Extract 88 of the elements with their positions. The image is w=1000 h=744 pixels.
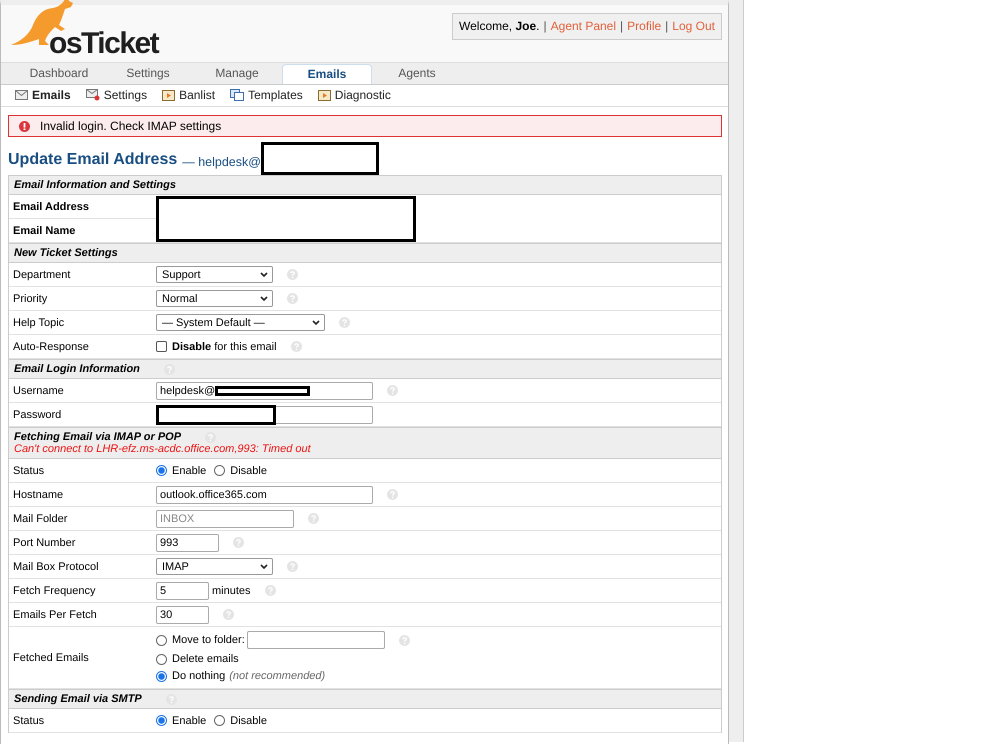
checkbox-label: Disable for this email	[172, 340, 277, 352]
nav-tab[interactable]: Emails	[282, 64, 372, 84]
help-icon[interactable]	[205, 432, 216, 442]
subnav-link[interactable]: Templates	[230, 88, 303, 102]
field-label: Mail Box Protocol	[9, 555, 156, 579]
text-field[interactable]: 5	[156, 582, 209, 600]
caret-icon	[260, 272, 268, 277]
help-icon[interactable]	[398, 635, 410, 646]
subnav-link[interactable]: Diagnostic	[318, 88, 391, 102]
field-label: Username	[9, 379, 156, 403]
help-icon[interactable]	[387, 385, 398, 396]
nav-tab[interactable]: Dashboard	[15, 63, 103, 84]
nav-tab[interactable]: Manage	[193, 63, 281, 84]
text-field[interactable]: 993	[156, 534, 219, 552]
subnav-link[interactable]: Banlist	[162, 88, 216, 102]
radio-label: Move to folder:	[172, 634, 245, 646]
caret-icon	[260, 564, 268, 569]
help-icon[interactable]	[287, 269, 298, 280]
help-icon[interactable]	[166, 694, 177, 704]
separator: |	[665, 19, 668, 34]
logo-wordmark: osTicket	[49, 27, 158, 61]
text-field[interactable]: outlook.office365.com	[156, 486, 373, 504]
dropdown[interactable]: IMAP	[156, 558, 273, 575]
radio-label: Enable	[172, 714, 206, 726]
help-icon[interactable]	[290, 341, 302, 352]
field-label: Port Number	[9, 531, 156, 555]
dropdown[interactable]: — System Default —	[156, 314, 325, 331]
section-title: Email Login Information	[14, 363, 140, 375]
page-title: Update Email Address	[8, 151, 178, 169]
radio-label: Disable	[230, 714, 267, 726]
text-field[interactable]	[246, 631, 385, 649]
radio-label: Delete emails	[172, 653, 239, 665]
option-note: (not recommended)	[229, 670, 326, 682]
text-field[interactable]: 30	[156, 606, 209, 624]
section-title: Email Information and Settings	[14, 179, 176, 191]
field-label: Status	[9, 709, 156, 733]
radio-button[interactable]	[156, 654, 167, 664]
help-icon[interactable]	[223, 609, 234, 620]
template-icon	[230, 89, 244, 101]
help-icon[interactable]	[287, 561, 298, 572]
radio-button[interactable]	[156, 715, 167, 726]
caret-icon	[312, 320, 320, 325]
unit-label: minutes	[212, 584, 251, 596]
radio-button[interactable]	[156, 634, 167, 646]
help-icon[interactable]	[308, 513, 319, 524]
error-icon	[19, 120, 30, 132]
dropdown[interactable]: Normal	[156, 290, 273, 307]
field-label: Department	[9, 263, 156, 287]
field-label: Hostname	[9, 483, 156, 507]
welcome-text: Welcome, Joe.	[459, 19, 540, 34]
subnav-link[interactable]: Emails	[15, 88, 71, 102]
separator: |	[620, 19, 624, 34]
text-field[interactable]: helpdesk@	[156, 382, 373, 400]
dropdown[interactable]: Support	[156, 266, 273, 283]
connection-error: Can't connect to LHR-efz.ms-acdc.office.com,993: Timed out	[14, 443, 312, 455]
field-label: Mail Folder	[9, 507, 156, 531]
section-title: New Ticket Settings	[14, 247, 118, 259]
radio-button[interactable]	[156, 670, 167, 682]
help-icon[interactable]	[387, 489, 398, 500]
help-icon[interactable]	[287, 293, 298, 304]
radio-button[interactable]	[214, 715, 226, 726]
caret-icon	[260, 296, 268, 301]
nav-tab[interactable]: Agents	[373, 63, 461, 84]
radio-label: Enable	[172, 464, 206, 476]
subnav-link[interactable]: Settings	[86, 88, 148, 102]
help-icon[interactable]	[233, 537, 244, 548]
nav-tab[interactable]: Settings	[104, 63, 192, 84]
field-label: Fetch Frequency	[9, 579, 156, 603]
field-label: Status	[9, 459, 156, 483]
radio-button[interactable]	[214, 465, 226, 476]
separator: |	[544, 19, 547, 34]
field-label: Help Topic	[9, 311, 156, 335]
section-title: Fetching Email via IMAP or POP	[14, 431, 182, 443]
field-label: Emails Per Fetch	[9, 603, 156, 627]
field-label: Priority	[9, 287, 156, 311]
radio-button[interactable]	[156, 465, 167, 476]
help-icon[interactable]	[339, 317, 350, 328]
radio-label: Disable	[230, 464, 267, 476]
text-field[interactable]	[156, 406, 373, 424]
page-subtitle: — helpdesk@	[182, 155, 261, 169]
section-title: Sending Email via SMTP	[14, 693, 142, 705]
text-field[interactable]: INBOX	[156, 510, 294, 528]
help-icon[interactable]	[164, 364, 175, 374]
checkbox[interactable]	[156, 341, 167, 352]
radio-label: Do nothing	[172, 670, 226, 682]
error-message: Invalid login. Check IMAP settings	[40, 119, 222, 133]
envelope-icon	[15, 90, 28, 100]
help-icon[interactable]	[264, 585, 276, 596]
